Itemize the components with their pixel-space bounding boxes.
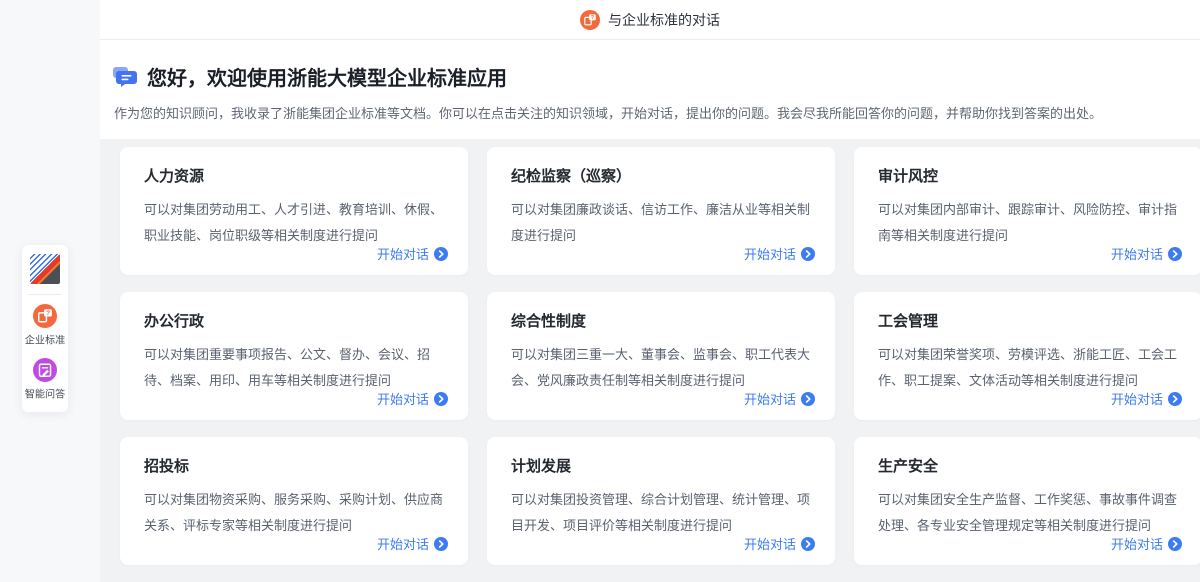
card-title: 招投标 bbox=[144, 455, 444, 476]
topic-card[interactable]: 生产安全 可以对集团安全生产监督、工作奖惩、事故事件调查处理、各专业安全管理规定… bbox=[854, 437, 1200, 565]
arrow-right-circle-icon bbox=[1168, 537, 1182, 551]
card-title: 纪检监察（巡察） bbox=[511, 165, 811, 186]
welcome-section: 您好，欢迎使用浙能大模型企业标准应用 作为您的知识顾问，我收录了浙能集团企业标准… bbox=[100, 40, 1200, 139]
top-header: ? 与企业标准的对话 bbox=[100, 0, 1200, 40]
left-rail: ? 企业标准 智能问答 bbox=[0, 0, 100, 582]
topic-card[interactable]: 工会管理 可以对集团荣誉奖项、劳模评选、浙能工匠、工会工作、职工提案、文体活动等… bbox=[854, 292, 1200, 420]
start-chat-label: 开始对话 bbox=[1111, 389, 1163, 408]
sidebar-item-smart-qa[interactable]: 智能问答 bbox=[23, 358, 67, 402]
start-chat-link[interactable]: 开始对话 bbox=[1111, 534, 1182, 553]
start-chat-label: 开始对话 bbox=[744, 534, 796, 553]
card-title: 计划发展 bbox=[511, 455, 811, 476]
arrow-right-circle-icon bbox=[434, 537, 448, 551]
start-chat-label: 开始对话 bbox=[1111, 534, 1163, 553]
card-description: 可以对集团重要事项报告、公文、督办、会议、招待、档案、用印、用车等相关制度进行提… bbox=[144, 342, 444, 394]
start-chat-label: 开始对话 bbox=[377, 244, 429, 263]
card-description: 可以对集团投资管理、综合计划管理、统计管理、项目开发、项目评价等相关制度进行提问 bbox=[511, 487, 811, 539]
sidebar-divider bbox=[28, 294, 62, 295]
topic-card[interactable]: 纪检监察（巡察） 可以对集团廉政谈话、信访工作、廉洁从业等相关制度进行提问 开始… bbox=[487, 147, 835, 275]
card-description: 可以对集团安全生产监督、工作奖惩、事故事件调查处理、各专业安全管理规定等相关制度… bbox=[878, 487, 1178, 539]
start-chat-label: 开始对话 bbox=[744, 389, 796, 408]
main-content: ? 与企业标准的对话 您好，欢迎使用浙能大模型企业标准应用 作为您的 bbox=[100, 0, 1200, 582]
card-description: 可以对集团物资采购、服务采购、采购计划、供应商关系、评标专家等相关制度进行提问 bbox=[144, 487, 444, 539]
sidebar-item-label: 企业标准 bbox=[25, 333, 65, 348]
topic-card[interactable]: 招投标 可以对集团物资采购、服务采购、采购计划、供应商关系、评标专家等相关制度进… bbox=[120, 437, 468, 565]
start-chat-link[interactable]: 开始对话 bbox=[744, 244, 815, 263]
topic-card[interactable]: 人力资源 可以对集团劳动用工、人才引进、教育培训、休假、职业技能、岗位职级等相关… bbox=[120, 147, 468, 275]
sidebar-items: ? 企业标准 智能问答 bbox=[23, 304, 67, 402]
welcome-title: 您好，欢迎使用浙能大模型企业标准应用 bbox=[147, 62, 507, 91]
welcome-title-row: 您好，欢迎使用浙能大模型企业标准应用 bbox=[112, 62, 1180, 91]
chat-bubbles-icon bbox=[112, 66, 137, 88]
card-title: 办公行政 bbox=[144, 310, 444, 331]
arrow-right-circle-icon bbox=[434, 392, 448, 406]
svg-text:?: ? bbox=[46, 310, 50, 317]
card-title: 人力资源 bbox=[144, 165, 444, 186]
svg-text:?: ? bbox=[591, 15, 595, 21]
start-chat-link[interactable]: 开始对话 bbox=[377, 389, 448, 408]
card-grid: 人力资源 可以对集团劳动用工、人才引进、教育培训、休假、职业技能、岗位职级等相关… bbox=[100, 139, 1200, 582]
sidebar-item-label: 智能问答 bbox=[25, 387, 65, 402]
card-title: 综合性制度 bbox=[511, 310, 811, 331]
arrow-right-circle-icon bbox=[1168, 392, 1182, 406]
enterprise-standard-icon: ? bbox=[33, 304, 57, 328]
arrow-right-circle-icon bbox=[801, 247, 815, 261]
arrow-right-circle-icon bbox=[1168, 247, 1182, 261]
topic-card[interactable]: 办公行政 可以对集团重要事项报告、公文、督办、会议、招待、档案、用印、用车等相关… bbox=[120, 292, 468, 420]
qa-badge-icon: ? bbox=[580, 10, 600, 30]
start-chat-link[interactable]: 开始对话 bbox=[1111, 389, 1182, 408]
page: ? 企业标准 智能问答 ? bbox=[0, 0, 1200, 582]
top-header-title-group: ? 与企业标准的对话 bbox=[580, 10, 720, 30]
start-chat-link[interactable]: 开始对话 bbox=[744, 389, 815, 408]
topic-card[interactable]: 综合性制度 可以对集团三重一大、董事会、监事会、职工代表大会、党风廉政责任制等相… bbox=[487, 292, 835, 420]
card-title: 生产安全 bbox=[878, 455, 1178, 476]
zhenergy-logo-icon[interactable] bbox=[30, 254, 60, 284]
smart-qa-icon bbox=[33, 358, 57, 382]
start-chat-label: 开始对话 bbox=[1111, 244, 1163, 263]
card-description: 可以对集团三重一大、董事会、监事会、职工代表大会、党风廉政责任制等相关制度进行提… bbox=[511, 342, 811, 394]
card-title: 工会管理 bbox=[878, 310, 1178, 331]
arrow-right-circle-icon bbox=[801, 392, 815, 406]
sidebar-item-enterprise-standard[interactable]: ? 企业标准 bbox=[23, 304, 67, 348]
card-description: 可以对集团荣誉奖项、劳模评选、浙能工匠、工会工作、职工提案、文体活动等相关制度进… bbox=[878, 342, 1178, 394]
arrow-right-circle-icon bbox=[434, 247, 448, 261]
start-chat-label: 开始对话 bbox=[744, 244, 796, 263]
start-chat-link[interactable]: 开始对话 bbox=[377, 244, 448, 263]
start-chat-link[interactable]: 开始对话 bbox=[1111, 244, 1182, 263]
card-description: 可以对集团廉政谈话、信访工作、廉洁从业等相关制度进行提问 bbox=[511, 197, 811, 249]
start-chat-label: 开始对话 bbox=[377, 534, 429, 553]
start-chat-link[interactable]: 开始对话 bbox=[744, 534, 815, 553]
card-description: 可以对集团劳动用工、人才引进、教育培训、休假、职业技能、岗位职级等相关制度进行提… bbox=[144, 197, 444, 249]
topic-card[interactable]: 审计风控 可以对集团内部审计、跟踪审计、风险防控、审计指南等相关制度进行提问 开… bbox=[854, 147, 1200, 275]
arrow-right-circle-icon bbox=[801, 537, 815, 551]
card-title: 审计风控 bbox=[878, 165, 1178, 186]
topic-card[interactable]: 计划发展 可以对集团投资管理、综合计划管理、统计管理、项目开发、项目评价等相关制… bbox=[487, 437, 835, 565]
card-description: 可以对集团内部审计、跟踪审计、风险防控、审计指南等相关制度进行提问 bbox=[878, 197, 1178, 249]
start-chat-label: 开始对话 bbox=[377, 389, 429, 408]
sidebar-panel: ? 企业标准 智能问答 bbox=[22, 245, 68, 412]
start-chat-link[interactable]: 开始对话 bbox=[377, 534, 448, 553]
welcome-subtitle: 作为您的知识顾问，我收录了浙能集团企业标准等文档。你可以在点击关注的知识领域，开… bbox=[114, 105, 1180, 139]
page-title: 与企业标准的对话 bbox=[608, 10, 720, 30]
